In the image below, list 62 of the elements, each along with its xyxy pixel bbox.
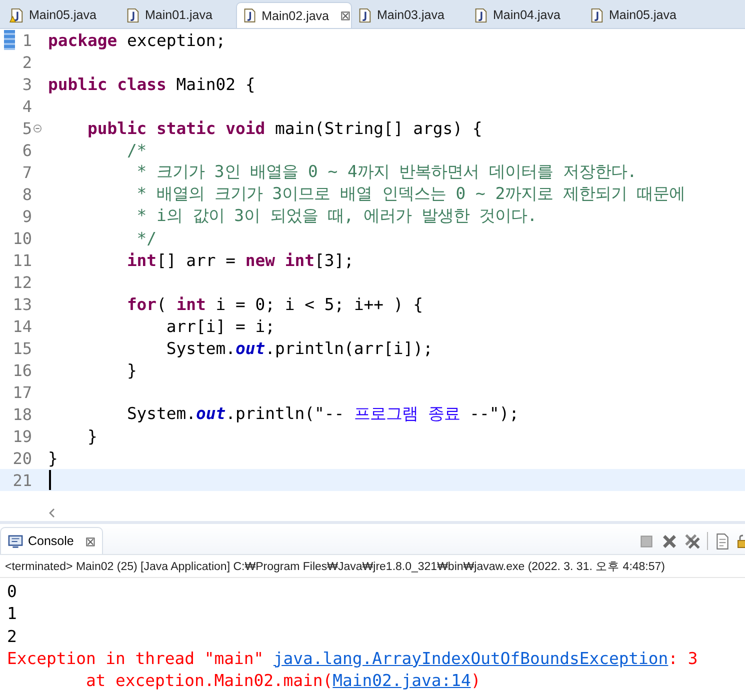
- line-number: 12: [12, 272, 32, 292]
- console-line: 2: [7, 626, 18, 648]
- line-number: 20: [12, 448, 32, 468]
- code-line: * i의 값이 3이 되었을 때, 에러가 발생한 것이다.: [136, 205, 538, 227]
- code-line: package exception;: [48, 30, 226, 50]
- line-number: 9: [21, 206, 32, 226]
- file-tab[interactable]: Main05.java: [584, 2, 700, 28]
- line-number: 1: [21, 30, 32, 50]
- file-tab[interactable]: Main04.java: [468, 2, 584, 28]
- line-number: 18: [12, 404, 32, 424]
- line-number: 16: [12, 360, 32, 380]
- code-line: int[] arr = new int[3];: [126, 250, 354, 270]
- line-number: 13: [12, 294, 32, 314]
- close-icon[interactable]: ⊠: [340, 8, 351, 23]
- line-number: 5: [21, 118, 32, 138]
- lock-icon[interactable]: [737, 532, 745, 550]
- console-line: 1: [7, 603, 18, 626]
- code-line: }: [48, 448, 58, 468]
- console-line: at exception.Main02.main(Main02.java:14): [84, 670, 482, 692]
- process-status: <terminated> Main02 (25) [Java Application] C:₩Program Files₩Java₩jre1.8.0_321₩bin₩javaw.exe (2022. 3. 31. 오후 4:48:57): [0, 555, 745, 578]
- line-number: 19: [12, 426, 32, 446]
- line-number: 2: [21, 52, 32, 72]
- line-number: 10: [12, 228, 32, 248]
- document-icon[interactable]: [714, 532, 731, 550]
- collapse-icon[interactable]: [33, 124, 42, 132]
- file-tab[interactable]: Main01.java: [120, 2, 236, 28]
- file-tab[interactable]: Main03.java: [352, 2, 468, 28]
- line-number: 7: [21, 162, 32, 182]
- code-line: public static void main(String[] args) {: [86, 118, 482, 138]
- console-link[interactable]: Main02.java:14: [332, 671, 471, 690]
- line-number: 15: [12, 338, 32, 358]
- code-line: for( int i = 0; i < 5; i++ ) {: [126, 294, 424, 314]
- line-number: 21: [12, 470, 32, 490]
- code-line: arr[i] = i;: [165, 316, 275, 336]
- code-line: }: [126, 360, 137, 380]
- code-line: System.out.println("-- 프로그램 종료 --");: [126, 403, 520, 425]
- code-line: * 크기가 3인 배열을 0 ~ 4까지 반복하면서 데이터를 저장한다.: [136, 161, 637, 183]
- close-icon[interactable]: ⊠: [84, 534, 96, 548]
- code-line: /*: [126, 140, 147, 160]
- line-number: 4: [21, 96, 32, 116]
- line-number: 17: [12, 382, 32, 402]
- remove-icon[interactable]: [661, 532, 678, 550]
- console-link[interactable]: java.lang.ArrayIndexOutOfBoundsException: [273, 648, 668, 668]
- code-line: }: [86, 426, 98, 446]
- line-number: 6: [21, 140, 32, 160]
- line-number: 8: [21, 184, 32, 204]
- stop-icon[interactable]: [638, 532, 655, 550]
- code-line: */: [136, 228, 157, 248]
- line-number: 3: [21, 74, 32, 94]
- file-tab[interactable]: Main05.java: [4, 2, 120, 28]
- file-tab[interactable]: Main02.java ⊠: [236, 2, 352, 28]
- console-line: Exception in thread "main" java.lang.ArrayIndexOutOfBoundsException: 3: [7, 648, 699, 670]
- remove-all-icon[interactable]: [684, 532, 701, 550]
- line-number: 11: [12, 250, 32, 270]
- console-tab[interactable]: Console ⊠: [0, 527, 103, 554]
- scroll-left-icon[interactable]: [48, 508, 56, 518]
- line-number: 14: [12, 316, 32, 336]
- code-line: * 배열의 크기가 3이므로 배열 인덱스는 0 ~ 2까지로 제한되기 때문에: [136, 183, 685, 205]
- monitor-icon: [8, 534, 23, 548]
- code-line: public class Main02 {: [48, 74, 256, 94]
- console-line: 0: [7, 581, 18, 603]
- code-line: System.out.println(arr[i]);: [165, 338, 433, 358]
